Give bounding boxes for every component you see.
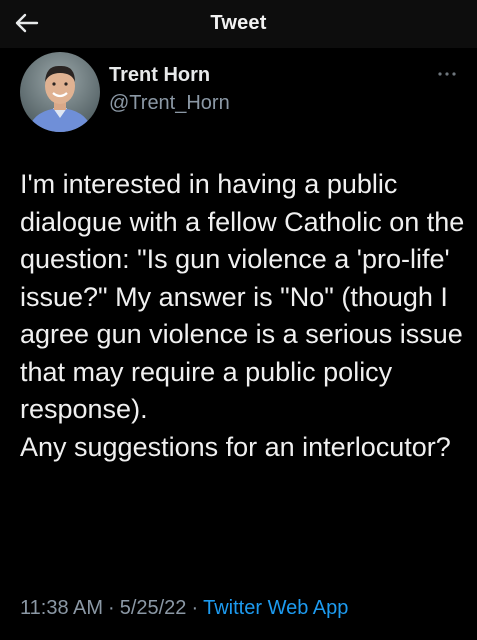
more-horizontal-icon bbox=[438, 72, 456, 76]
author-block: Trent Horn @Trent_Horn bbox=[20, 52, 460, 132]
page-title: Tweet bbox=[210, 12, 267, 34]
author-handle[interactable]: @Trent_Horn bbox=[109, 92, 230, 115]
tweet-source-link[interactable]: Twitter Web App bbox=[203, 597, 348, 619]
tweet-time[interactable]: 11:38 AM bbox=[20, 597, 103, 619]
more-options-button[interactable] bbox=[432, 62, 462, 86]
meta-separator: · bbox=[191, 597, 199, 619]
profile-photo bbox=[20, 52, 100, 132]
tweet-text: I'm interested in having a public dialog… bbox=[20, 169, 465, 462]
meta-separator: · bbox=[108, 597, 115, 619]
top-bar: Tweet bbox=[0, 0, 477, 48]
tweet-date[interactable]: 5/25/22 bbox=[120, 597, 187, 619]
author-name[interactable]: Trent Horn bbox=[109, 64, 210, 87]
avatar[interactable] bbox=[20, 52, 100, 132]
tweet-meta: 11:38 AM · 5/25/22 · Twitter Web App bbox=[20, 597, 348, 620]
